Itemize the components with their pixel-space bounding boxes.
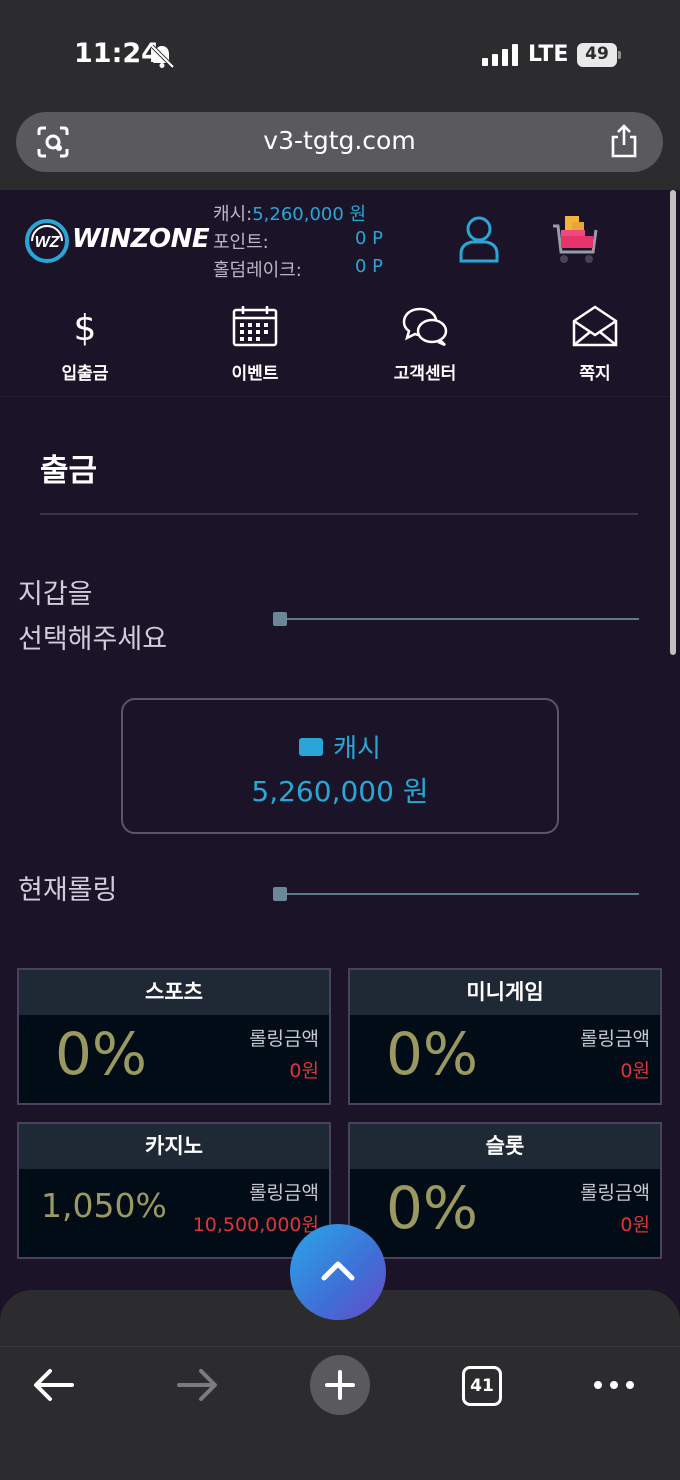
rolling-card-title: 카지노 <box>19 1124 329 1169</box>
cart-icon[interactable] <box>549 212 599 266</box>
wallet-select-label: 지갑을 선택해주세요 <box>18 572 167 662</box>
rolling-card-casino: 카지노 1,050% 롤링금액 10,500,000원 <box>17 1122 331 1259</box>
rolling-percent: 0% <box>55 1020 148 1088</box>
slider-knob[interactable] <box>273 887 287 901</box>
slider-knob[interactable] <box>273 612 287 626</box>
rolling-card-title: 미니게임 <box>350 970 660 1015</box>
network-type: LTE <box>528 42 569 67</box>
cash-value: 5,260,000 원 <box>252 204 367 225</box>
bell-slash-icon <box>150 44 175 69</box>
envelope-icon <box>572 305 618 347</box>
title-divider <box>40 513 638 515</box>
account-cash: 캐시:5,260,000 원 <box>213 200 366 226</box>
nav-message[interactable]: 쪽지 <box>535 305 655 384</box>
svg-text:$: $ <box>74 308 97 347</box>
account-holdem-rake: 홀덤레이크: 0 P <box>213 256 383 282</box>
holdem-value: 0 P <box>355 256 384 277</box>
point-label: 포인트: <box>213 232 269 253</box>
nav-deposit-withdraw[interactable]: $ 입출금 <box>25 305 145 384</box>
wallet-icon <box>299 737 324 756</box>
url-text[interactable]: v3-tgtg.com <box>16 126 663 155</box>
nav-label: 쪽지 <box>579 364 611 384</box>
rolling-percent: 0% <box>386 1020 479 1088</box>
battery-icon: 49 <box>577 43 621 67</box>
nav-label: 고객센터 <box>393 364 457 384</box>
more-icon[interactable] <box>592 1367 636 1403</box>
page-title: 출금 <box>40 453 98 489</box>
nav-label: 이벤트 <box>231 364 279 384</box>
cash-wallet-card[interactable]: 캐시 5,260,000 원 <box>121 698 559 834</box>
plus-icon <box>325 1370 355 1400</box>
cash-card-label: 캐시 <box>333 734 381 764</box>
site-content: WZ WINZONE 캐시:5,260,000 원 포인트: 0 P 홀덤레이크:… <box>0 190 670 1290</box>
rolling-card-slot: 슬롯 0% 롤링금액 0원 <box>348 1122 662 1259</box>
scroll-to-top-button[interactable] <box>290 1224 386 1320</box>
rolling-amount-label: 롤링금액 <box>249 1182 319 1204</box>
browser-toolbar: 41 <box>0 1346 680 1480</box>
user-icon[interactable] <box>458 214 500 264</box>
current-rolling-label: 현재롤링 <box>18 875 118 906</box>
calendar-icon <box>232 306 278 347</box>
rolling-amount: 0원 <box>620 1214 650 1236</box>
rolling-percent: 1,050% <box>41 1186 167 1225</box>
holdem-label: 홀덤레이크: <box>213 260 302 281</box>
wallet-label-line2: 선택해주세요 <box>18 624 168 655</box>
nav-label: 입출금 <box>61 364 109 384</box>
page-scrollbar[interactable] <box>670 190 676 655</box>
nav-divider <box>0 396 670 397</box>
cash-label: 캐시: <box>213 204 253 225</box>
nav-customer-center[interactable]: 고객센터 <box>365 305 485 384</box>
rolling-amount-label: 롤링금액 <box>249 1028 319 1050</box>
rolling-card-minigame: 미니게임 0% 롤링금액 0원 <box>348 968 662 1105</box>
nav-event[interactable]: 이벤트 <box>195 305 315 384</box>
rolling-amount: 10,500,000원 <box>192 1214 319 1236</box>
signal-icon <box>482 44 518 66</box>
cash-card-label-row: 캐시 <box>123 728 557 765</box>
rolling-slider[interactable] <box>273 887 639 901</box>
point-value: 0 P <box>355 228 384 249</box>
winzone-logo[interactable]: WZ WINZONE <box>24 216 210 266</box>
tabs-button[interactable]: 41 <box>462 1366 502 1406</box>
rolling-card-title: 스포츠 <box>19 970 329 1015</box>
winzone-logo-icon: WZ <box>25 219 69 263</box>
svg-text:WZ: WZ <box>35 234 61 251</box>
chevron-up-icon <box>321 1261 355 1281</box>
rolling-amount-label: 롤링금액 <box>580 1182 650 1204</box>
address-bar[interactable]: v3-tgtg.com <box>16 112 663 172</box>
rolling-card-title: 슬롯 <box>350 1124 660 1169</box>
dollar-icon: $ <box>74 308 97 347</box>
logo-text: WINZONE <box>72 224 210 254</box>
back-arrow-icon[interactable] <box>32 1367 76 1403</box>
chat-bubbles-icon <box>402 307 448 347</box>
status-bar: 11:24 LTE 49 v3-tgtg.com <box>0 0 680 190</box>
new-tab-button[interactable] <box>310 1355 370 1415</box>
rolling-percent: 0% <box>386 1174 479 1242</box>
battery-level: 49 <box>585 44 609 64</box>
forward-arrow-icon[interactable] <box>175 1367 219 1403</box>
rolling-amount-label: 롤링금액 <box>580 1028 650 1050</box>
rolling-amount: 0원 <box>620 1060 650 1082</box>
share-icon[interactable] <box>608 123 640 159</box>
wallet-label-line1: 지갑을 <box>18 579 93 610</box>
rolling-card-sports: 스포츠 0% 롤링금액 0원 <box>17 968 331 1105</box>
rolling-amount: 0원 <box>289 1060 319 1082</box>
cash-card-value: 5,260,000 원 <box>251 775 429 808</box>
account-point: 포인트: 0 P <box>213 228 383 254</box>
wallet-slider[interactable] <box>273 612 639 626</box>
